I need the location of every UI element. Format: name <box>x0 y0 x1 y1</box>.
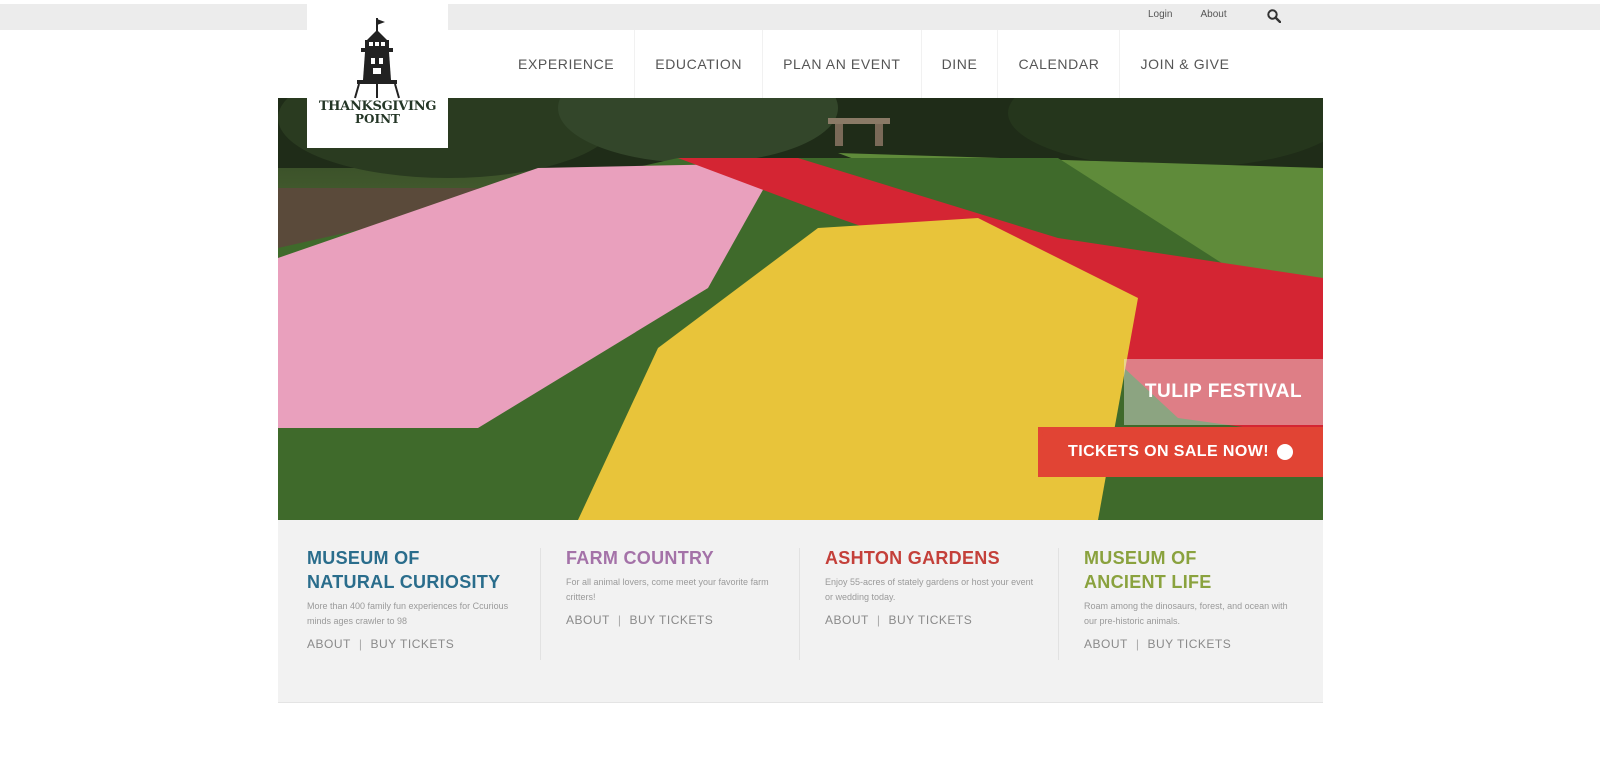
logo-wordmark: THANKSGIVING POINT <box>307 100 448 126</box>
festival-label: TULIP FESTIVAL <box>1124 359 1323 425</box>
card-divider <box>1058 548 1059 660</box>
chevron-right-circle-icon <box>1039 427 1293 460</box>
main-nav: EXPERIENCE EDUCATION PLAN AN EVENT DINE … <box>498 30 1250 98</box>
link-separator: | <box>617 613 622 627</box>
nav-dine[interactable]: DINE <box>922 30 999 98</box>
search-icon[interactable] <box>1267 9 1281 23</box>
about-link[interactable]: ABOUT <box>307 637 351 651</box>
card-divider <box>799 548 800 660</box>
tickets-button-label: TICKETS ON SALE NOW! <box>1068 443 1269 460</box>
lighthouse-tower-icon <box>354 18 400 99</box>
nav-calendar[interactable]: CALENDAR <box>998 30 1121 98</box>
card-title-line-2: ANCIENT LIFE <box>1084 572 1212 592</box>
card-links: ABOUT | BUY TICKETS <box>825 613 1040 627</box>
card-title[interactable]: MUSEUM OF NATURAL CURIOSITY <box>307 546 522 594</box>
card-links: ABOUT | BUY TICKETS <box>307 637 522 651</box>
nav-plan-an-event[interactable]: PLAN AN EVENT <box>763 30 922 98</box>
utility-bar <box>0 4 1600 30</box>
card-description: Roam among the dinosaurs, forest, and oc… <box>1084 601 1288 626</box>
logo-line-2: POINT <box>355 112 400 126</box>
hero-banner[interactable]: TULIP FESTIVAL TICKETS ON SALE NOW! <box>278 98 1323 520</box>
card-museum-natural-curiosity: MUSEUM OF NATURAL CURIOSITY More than 40… <box>307 546 522 651</box>
buy-tickets-link[interactable]: BUY TICKETS <box>370 637 454 651</box>
nav-education[interactable]: EDUCATION <box>635 30 764 98</box>
site-logo[interactable]: THANKSGIVING POINT <box>307 0 448 148</box>
link-separator: | <box>876 613 881 627</box>
about-link[interactable]: ABOUT <box>1084 637 1128 651</box>
card-title[interactable]: MUSEUM OF ANCIENT LIFE <box>1084 546 1299 594</box>
card-description: More than 400 family fun experiences for… <box>307 601 509 626</box>
card-title[interactable]: FARM COUNTRY <box>566 546 781 570</box>
card-title-line-1: ASHTON GARDENS <box>825 548 1000 568</box>
buy-tickets-link[interactable]: BUY TICKETS <box>1147 637 1231 651</box>
card-links: ABOUT | BUY TICKETS <box>1084 637 1299 651</box>
tickets-on-sale-button[interactable]: TICKETS ON SALE NOW! <box>1038 427 1323 477</box>
nav-experience[interactable]: EXPERIENCE <box>498 30 636 98</box>
card-title-line-1: FARM COUNTRY <box>566 548 714 568</box>
card-ashton-gardens: ASHTON GARDENS Enjoy 55-acres of stately… <box>825 546 1040 627</box>
card-links: ABOUT | BUY TICKETS <box>566 613 781 627</box>
card-farm-country: FARM COUNTRY For all animal lovers, come… <box>566 546 781 627</box>
utility-links: Login About <box>1148 9 1227 20</box>
link-separator: | <box>358 637 363 651</box>
card-title[interactable]: ASHTON GARDENS <box>825 546 1040 570</box>
attractions-panel: MUSEUM OF NATURAL CURIOSITY More than 40… <box>278 520 1323 703</box>
card-title-line-1: MUSEUM OF <box>1084 548 1197 568</box>
buy-tickets-link[interactable]: BUY TICKETS <box>629 613 713 627</box>
about-link[interactable]: ABOUT <box>566 613 610 627</box>
card-divider <box>540 548 541 660</box>
card-title-line-1: MUSEUM OF <box>307 548 420 568</box>
card-title-line-2: NATURAL CURIOSITY <box>307 572 501 592</box>
login-link[interactable]: Login <box>1148 9 1172 20</box>
about-link[interactable]: About <box>1200 9 1226 20</box>
buy-tickets-link[interactable]: BUY TICKETS <box>888 613 972 627</box>
link-separator: | <box>1135 637 1140 651</box>
about-link[interactable]: ABOUT <box>825 613 869 627</box>
card-museum-ancient-life: MUSEUM OF ANCIENT LIFE Roam among the di… <box>1084 546 1299 651</box>
nav-join-give[interactable]: JOIN & GIVE <box>1120 30 1249 98</box>
card-description: For all animal lovers, come meet your fa… <box>566 577 769 602</box>
card-description: Enjoy 55-acres of stately gardens or hos… <box>825 577 1034 602</box>
